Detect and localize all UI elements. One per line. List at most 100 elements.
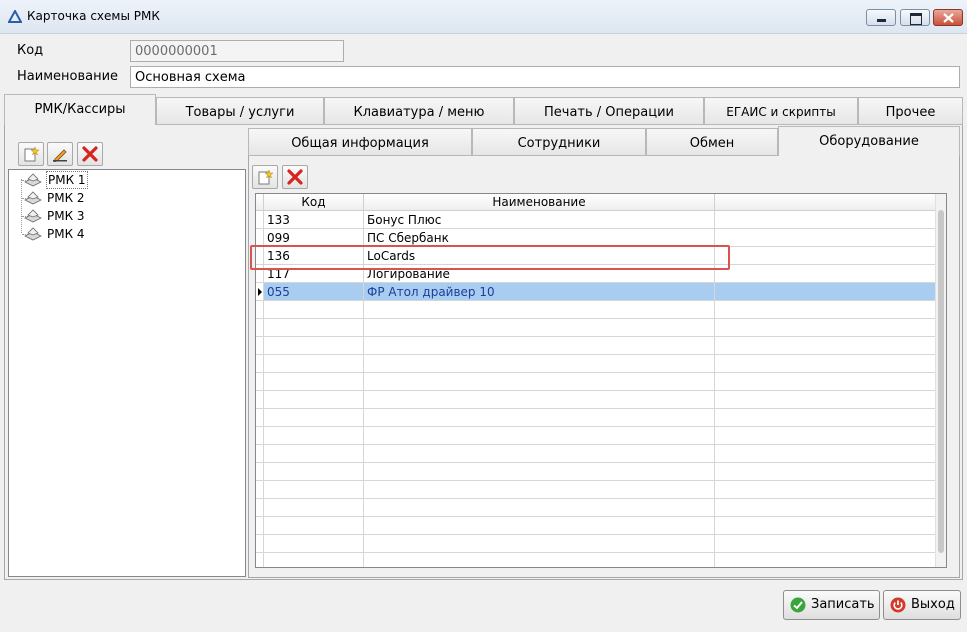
cell-code [264, 445, 364, 463]
cell-extra [715, 535, 937, 553]
cash-register-icon [24, 227, 42, 241]
add-rmk-button[interactable] [18, 142, 44, 166]
cell-name [364, 517, 715, 535]
column-header-name[interactable]: Наименование [364, 194, 715, 211]
cell-extra [715, 463, 937, 481]
empty-row[interactable] [256, 517, 937, 535]
empty-row[interactable] [256, 301, 937, 319]
close-button[interactable] [933, 9, 963, 26]
delete-icon [82, 146, 98, 162]
minimize-icon [877, 19, 886, 22]
empty-row[interactable] [256, 373, 937, 391]
tree-item-label: РМК 4 [47, 227, 85, 241]
delete-equipment-button[interactable] [282, 165, 308, 189]
tab-egais-scripts[interactable]: ЕГАИС и скрипты [704, 97, 858, 125]
tab-employees[interactable]: Сотрудники [472, 128, 646, 156]
code-field[interactable]: 0000000001 [130, 40, 344, 62]
row-indicator [256, 211, 264, 229]
highlight-box [250, 245, 730, 270]
tab-keyboard-menu[interactable]: Клавиатура / меню [324, 97, 514, 125]
name-label: Наименование [17, 69, 119, 84]
cell-code [264, 409, 364, 427]
empty-row[interactable] [256, 337, 937, 355]
empty-row[interactable] [256, 553, 937, 567]
edit-rmk-button[interactable] [47, 142, 73, 166]
delete-rmk-button[interactable] [77, 142, 103, 166]
tab-equipment[interactable]: Оборудование [778, 126, 960, 156]
minimize-button[interactable] [866, 9, 896, 26]
cash-register-icon [24, 209, 42, 223]
empty-row[interactable] [256, 391, 937, 409]
table-row[interactable]: 133 Бонус Плюс [256, 211, 937, 229]
cell-code [264, 463, 364, 481]
cell-name [364, 373, 715, 391]
empty-row[interactable] [256, 355, 937, 373]
cell-code [264, 535, 364, 553]
tab-rmk-cashiers[interactable]: РМК/Кассиры [4, 94, 156, 125]
column-header-extra[interactable] [715, 194, 937, 211]
rmk-tree[interactable] [8, 169, 246, 577]
row-indicator [256, 463, 264, 481]
row-indicator [256, 427, 264, 445]
cell-name: ФР Атол драйвер 10 [364, 283, 715, 301]
empty-row[interactable] [256, 445, 937, 463]
save-button[interactable]: Записать [783, 590, 880, 620]
add-equipment-button[interactable] [252, 165, 278, 189]
empty-row[interactable] [256, 499, 937, 517]
cell-name [364, 301, 715, 319]
tab-print-operations[interactable]: Печать / Операции [514, 97, 704, 125]
cell-code [264, 337, 364, 355]
empty-row[interactable] [256, 319, 937, 337]
cell-code [264, 499, 364, 517]
cell-name [364, 481, 715, 499]
cell-extra [715, 229, 937, 247]
empty-row[interactable] [256, 535, 937, 553]
exit-button[interactable]: Выход [883, 590, 961, 620]
edit-icon [53, 149, 67, 162]
maximize-icon [910, 13, 922, 25]
cell-code [264, 427, 364, 445]
cell-name: Бонус Плюс [364, 211, 715, 229]
cell-extra [715, 445, 937, 463]
add-icon [24, 146, 39, 162]
empty-row[interactable] [256, 409, 937, 427]
tree-item-label: РМК 2 [47, 191, 85, 205]
checkmark-icon [790, 597, 806, 613]
cell-extra [715, 337, 937, 355]
cell-extra [715, 553, 937, 567]
column-header-code[interactable]: Код [264, 194, 364, 211]
row-indicator [256, 517, 264, 535]
tree-item-label: РМК 1 [46, 171, 88, 189]
grid-scrollbar[interactable] [935, 194, 946, 567]
table-row[interactable]: 055 ФР Атол драйвер 10 [256, 283, 937, 301]
cell-extra [715, 265, 937, 283]
cell-extra [715, 517, 937, 535]
row-indicator [256, 553, 264, 567]
tree-item-label: РМК 3 [47, 209, 85, 223]
cell-code [264, 517, 364, 535]
row-indicator [256, 355, 264, 373]
maximize-button[interactable] [900, 9, 930, 26]
cell-name [364, 391, 715, 409]
name-field[interactable]: Основная схема [130, 66, 960, 88]
tab-other[interactable]: Прочее [858, 97, 963, 125]
empty-row[interactable] [256, 463, 937, 481]
exit-icon [890, 597, 906, 613]
tab-exchange[interactable]: Обмен [646, 128, 778, 156]
cell-name [364, 319, 715, 337]
cell-name [364, 463, 715, 481]
cell-code [264, 355, 364, 373]
scrollbar-thumb[interactable] [938, 210, 944, 553]
cell-extra [715, 301, 937, 319]
tab-goods-services[interactable]: Товары / услуги [156, 97, 324, 125]
row-indicator [256, 319, 264, 337]
row-indicator [256, 373, 264, 391]
code-label: Код [17, 43, 44, 58]
empty-row[interactable] [256, 481, 937, 499]
tab-general-info[interactable]: Общая информация [248, 128, 472, 156]
cash-register-icon [24, 191, 42, 205]
cell-extra [715, 481, 937, 499]
cell-code [264, 319, 364, 337]
empty-row[interactable] [256, 427, 937, 445]
cell-extra [715, 319, 937, 337]
